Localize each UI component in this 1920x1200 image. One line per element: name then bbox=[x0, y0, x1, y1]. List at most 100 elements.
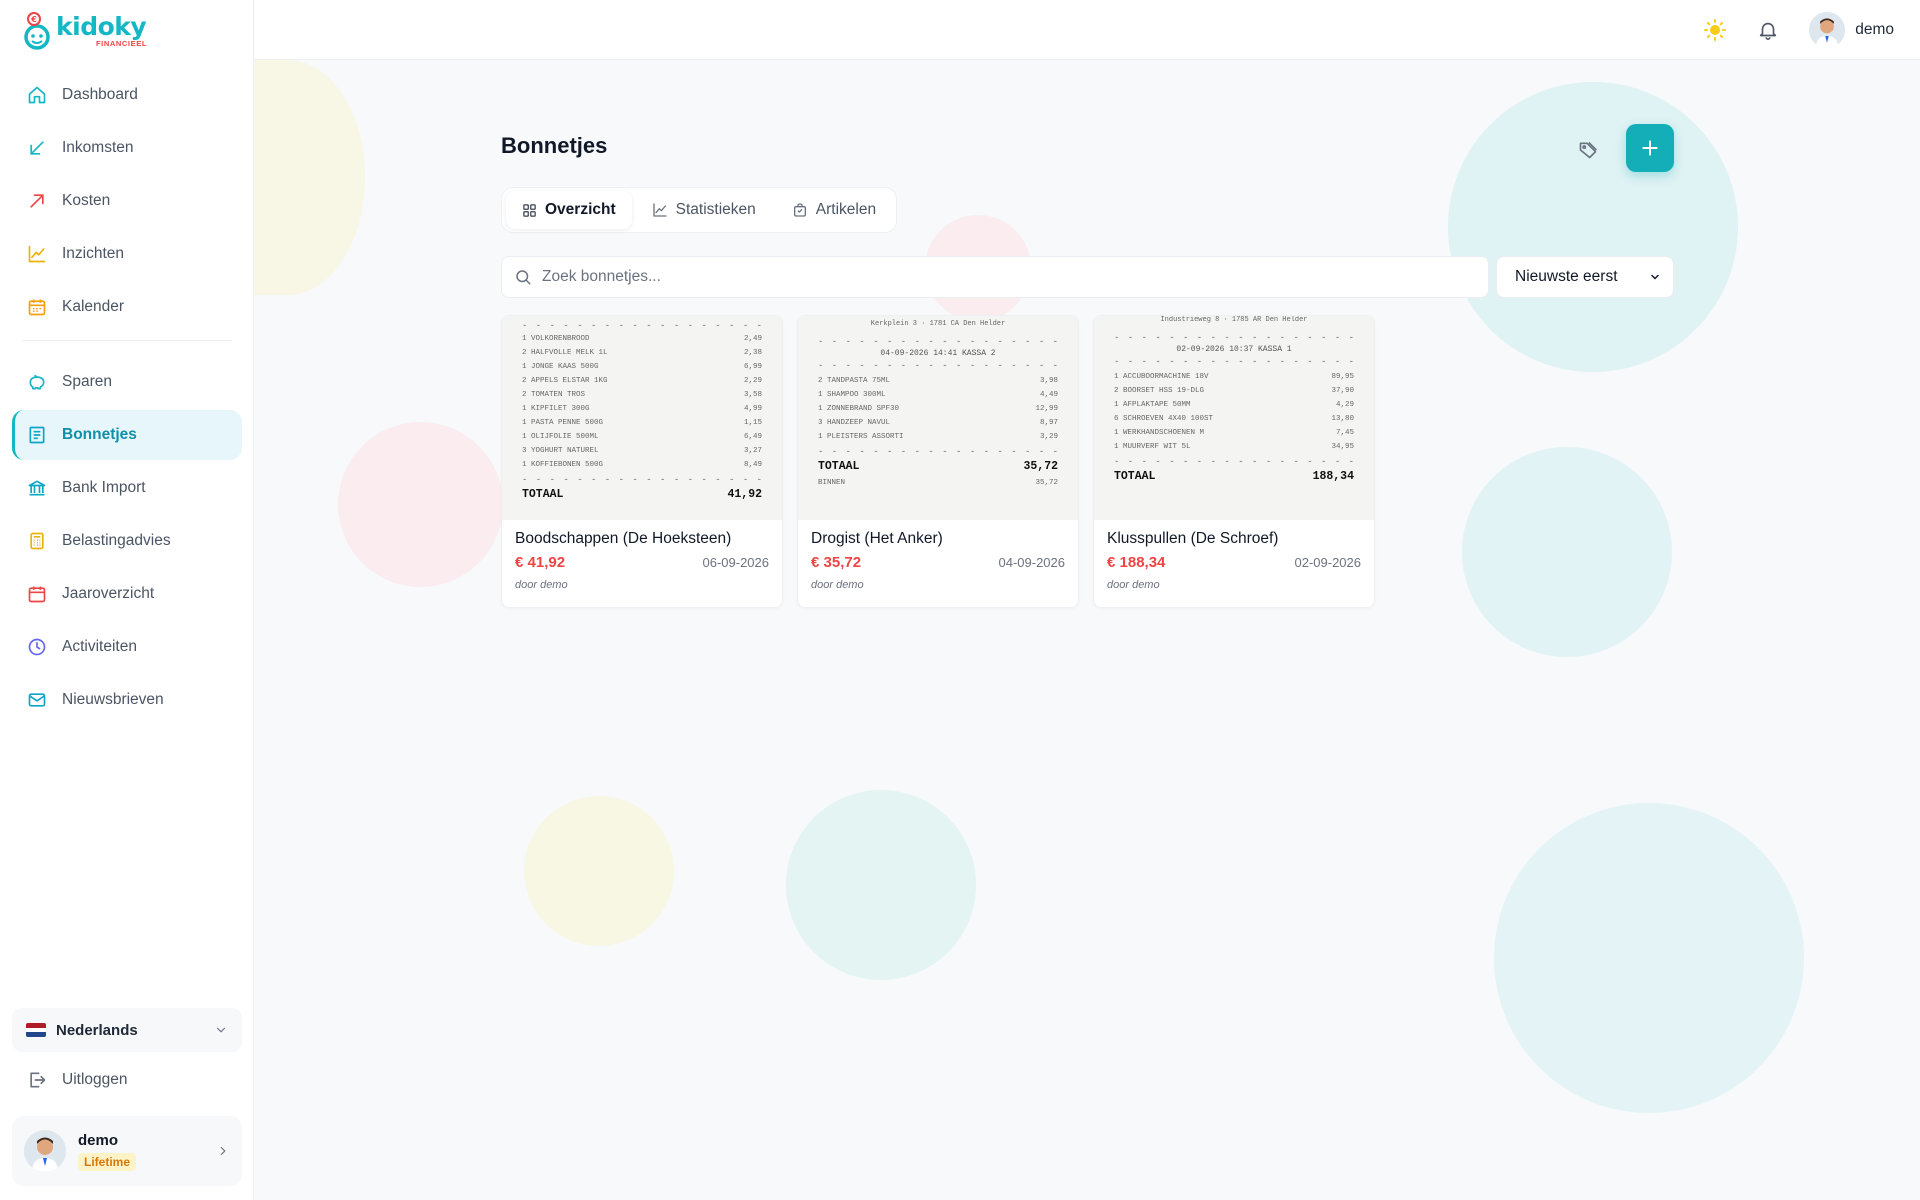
receipt-line: 1 ACCUBOORMACHINE 18V 89,95 bbox=[1114, 373, 1354, 381]
receipt-line: 1 VOLKORENBROOD 2,49 bbox=[522, 335, 762, 343]
topbar: demo bbox=[255, 0, 1920, 60]
search-bar bbox=[501, 256, 1489, 298]
sidebar-nav: Dashboard Inkomsten Kosten Inzichten Kal… bbox=[12, 70, 242, 728]
receipt-card[interactable]: Kerkplein 3 · 1781 CA Den Helder - - - -… bbox=[797, 315, 1079, 608]
receipt-line: 1 OLIJFOLIE 500ML 6,49 bbox=[522, 433, 762, 441]
search-icon bbox=[516, 270, 531, 285]
arrow-down-left-icon bbox=[26, 137, 48, 159]
tab-artikelen[interactable]: Artikelen bbox=[776, 191, 892, 229]
avatar bbox=[1809, 12, 1846, 48]
sidebar-item-bank-import[interactable]: Bank Import bbox=[12, 463, 242, 513]
receipt-line: 1 MUURVERF WIT 5L 34,95 bbox=[1114, 443, 1354, 451]
topbar-user-menu[interactable]: demo bbox=[1809, 12, 1894, 48]
receipt-date: 06-09-2026 bbox=[702, 555, 770, 570]
receipt-lines: 2 TANDPASTA 75ML 3,98 1 SHAMPOO 300ML 4,49 1… bbox=[818, 374, 1058, 444]
receipt-icon bbox=[26, 424, 48, 446]
receipt-title: Klusspullen (De Schroef) bbox=[1107, 530, 1279, 547]
receipt-author: door demo bbox=[1107, 579, 1160, 591]
tab-overzicht[interactable]: Overzicht bbox=[506, 191, 632, 229]
language-label: Nederlands bbox=[56, 1021, 138, 1039]
receipt-line: 1 ZONNEBRAND SPF30 12,99 bbox=[818, 405, 1058, 413]
receipt-line: 1 JONGE KAAS 500G 6,99 bbox=[522, 363, 762, 371]
sidebar-item-sparen[interactable]: Sparen bbox=[12, 357, 242, 407]
arrow-up-right-icon bbox=[26, 190, 48, 212]
tab-bar: Overzicht Statistieken Artikelen bbox=[501, 187, 898, 233]
receipt-date: 04-09-2026 bbox=[998, 555, 1066, 570]
sun-icon[interactable] bbox=[1703, 18, 1727, 42]
page-title: Bonnetjes bbox=[501, 133, 608, 158]
sidebar-item-nieuwsbrieven[interactable]: Nieuwsbrieven bbox=[12, 675, 242, 725]
mail-icon bbox=[26, 689, 48, 711]
topbar-username: demo bbox=[1855, 21, 1894, 38]
bag-icon bbox=[793, 203, 806, 217]
receipt-title: Drogist (Het Anker) bbox=[811, 530, 943, 547]
receipt-amount: € 35,72 bbox=[811, 554, 862, 571]
chart-line-icon bbox=[26, 243, 48, 265]
receipt-line: 3 HANDZEEP NAVUL 8,97 bbox=[818, 419, 1058, 427]
user-profile-card[interactable]: demo Lifetime bbox=[12, 1116, 242, 1186]
bank-icon bbox=[26, 477, 48, 499]
receipt-author: door demo bbox=[811, 579, 864, 591]
receipt-line: 1 KOFFIEBONEN 500G 8,49 bbox=[522, 461, 762, 469]
plus-icon bbox=[1642, 140, 1658, 156]
receipt-image: Industrieweg 8 · 1785 AR Den Helder - - … bbox=[1094, 316, 1374, 520]
receipt-image: - - - - - - - - - - - - - - - - - - - - … bbox=[502, 316, 782, 520]
piggy-bank-icon bbox=[26, 371, 48, 393]
search-input[interactable] bbox=[542, 268, 1476, 286]
receipt-author: door demo bbox=[515, 579, 568, 591]
tags-button[interactable] bbox=[1571, 133, 1605, 167]
sidebar-item-inkomsten[interactable]: Inkomsten bbox=[12, 123, 242, 173]
receipt-line: 3 YOGHURT NATUREL 3,27 bbox=[522, 447, 762, 455]
brand-name: kidoky bbox=[56, 12, 147, 42]
sidebar-item-activiteiten[interactable]: Activiteiten bbox=[12, 622, 242, 672]
sidebar-item-bonnetjes[interactable]: Bonnetjes bbox=[12, 410, 242, 460]
sidebar-item-jaaroverzicht[interactable]: Jaaroverzicht bbox=[12, 569, 242, 619]
dutch-flag-icon bbox=[26, 1023, 46, 1037]
chevron-right-icon bbox=[220, 1146, 226, 1156]
receipt-line: 2 APPELS ELSTAR 1KG 2,29 bbox=[522, 377, 762, 385]
receipt-line: 1 KIPFILET 300G 4,99 bbox=[522, 405, 762, 413]
sort-selected-value: Nieuwste eerst bbox=[1515, 268, 1618, 285]
receipt-line: 1 PASTA PENNE 500G 1,15 bbox=[522, 419, 762, 427]
receipt-title: Boodschappen (De Hoeksteen) bbox=[515, 530, 732, 547]
chevron-down-icon bbox=[216, 1027, 226, 1033]
bell-icon[interactable] bbox=[1757, 19, 1779, 41]
logout-icon bbox=[26, 1069, 48, 1091]
receipt-total: TOTAAL 188,34 bbox=[1114, 470, 1354, 483]
chevron-down-icon bbox=[1651, 274, 1659, 280]
svg-text:€: € bbox=[30, 15, 37, 24]
user-name: demo bbox=[78, 1131, 119, 1149]
sort-select[interactable]: Nieuwste eerst bbox=[1496, 256, 1674, 298]
sidebar-item-kalender[interactable]: Kalender bbox=[12, 282, 242, 332]
add-receipt-button[interactable] bbox=[1626, 124, 1674, 172]
receipt-lines: 1 ACCUBOORMACHINE 18V 89,95 2 BOORSET HSS … bbox=[1114, 370, 1354, 454]
avatar bbox=[24, 1130, 66, 1172]
receipt-card[interactable]: Industrieweg 8 · 1785 AR Den Helder - - … bbox=[1093, 315, 1375, 608]
language-selector[interactable]: Nederlands bbox=[12, 1008, 242, 1052]
tab-statistieken[interactable]: Statistieken bbox=[636, 191, 772, 229]
sidebar-item-kosten[interactable]: Kosten bbox=[12, 176, 242, 226]
calendar-icon bbox=[26, 296, 48, 318]
receipt-lines: 1 VOLKORENBROOD 2,49 2 HALFVOLLE MELK 1L 2,… bbox=[522, 332, 762, 472]
home-icon bbox=[26, 84, 48, 106]
sidebar-item-inzichten[interactable]: Inzichten bbox=[12, 229, 242, 279]
receipt-date: 02-09-2026 bbox=[1294, 555, 1362, 570]
receipt-amount: € 41,92 bbox=[515, 554, 566, 571]
sidebar-item-dashboard[interactable]: Dashboard bbox=[12, 70, 242, 120]
sidebar-divider bbox=[22, 340, 232, 341]
plan-badge: Lifetime bbox=[78, 1152, 137, 1171]
receipt-line: 2 BOORSET HSS 19-DLG 37,90 bbox=[1114, 387, 1354, 395]
logo[interactable]: € kidoky FINANCIEEL bbox=[22, 8, 147, 54]
chart-icon bbox=[652, 203, 667, 217]
calendar-year-icon bbox=[26, 583, 48, 605]
receipt-line: 2 TANDPASTA 75ML 3,98 bbox=[818, 377, 1058, 385]
logout-button[interactable]: Uitloggen bbox=[12, 1055, 242, 1105]
kidoky-mascot-icon: € bbox=[24, 12, 50, 50]
sidebar-item-belastingadvies[interactable]: Belastingadvies bbox=[12, 516, 242, 566]
receipt-line: 2 HALFVOLLE MELK 1L 2,38 bbox=[522, 349, 762, 357]
receipt-card[interactable]: - - - - - - - - - - - - - - - - - - - - … bbox=[501, 315, 783, 608]
receipt-line: 1 SHAMPOO 300ML 4,49 bbox=[818, 391, 1058, 399]
receipt-line: 6 SCHROEVEN 4X40 100ST 13,80 bbox=[1114, 415, 1354, 423]
receipt-grid: - - - - - - - - - - - - - - - - - - - - … bbox=[501, 315, 1375, 608]
receipt-total: TOTAAL 41,92 bbox=[522, 488, 762, 501]
